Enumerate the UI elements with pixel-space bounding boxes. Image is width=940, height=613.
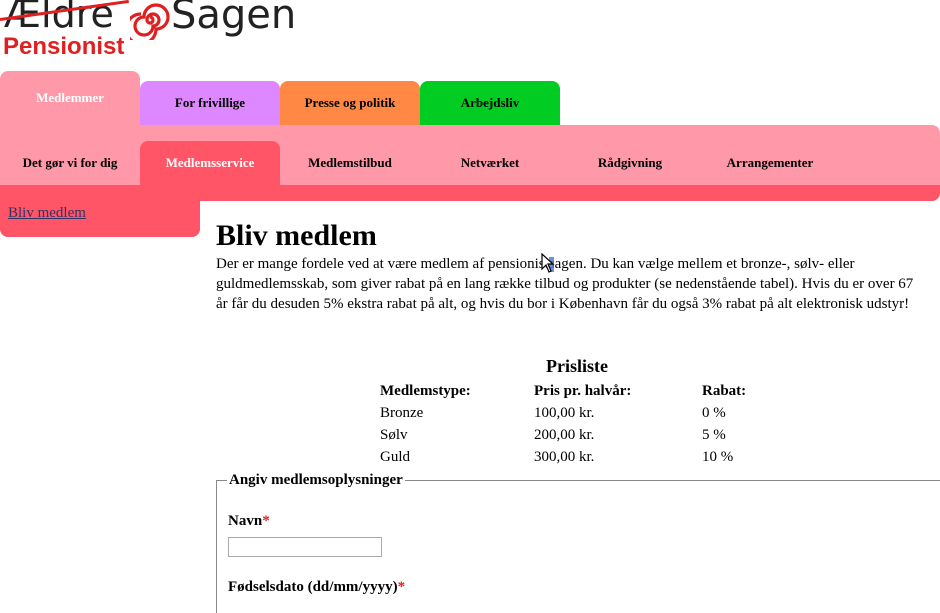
subnav-arrangementer[interactable]: Arrangementer	[700, 141, 840, 185]
subnav-raadgivning[interactable]: Rådgivning	[560, 141, 700, 185]
birthdate-label: Fødselsdato (dd/mm/yyyy)*	[228, 579, 405, 596]
name-input[interactable]	[228, 537, 382, 557]
fieldset-legend: Angiv medlemsoplysninger	[229, 472, 403, 488]
subnav-netvaerket[interactable]: Netværket	[420, 141, 560, 185]
intro-paragraph: Der er mange fordele ved at være medlem …	[216, 256, 914, 312]
cell-price: 100,00 kr.	[534, 404, 595, 421]
cell-discount: 10 %	[702, 448, 734, 465]
header-price: Pris pr. halvår:	[534, 382, 632, 399]
spiral-logo-icon	[130, 3, 170, 40]
price-table: Medlemstype: Pris pr. halvår: Rabat: Bro…	[378, 380, 764, 468]
tab-medlemmer[interactable]: Medlemmer	[0, 71, 140, 125]
sidebar-link-bliv-medlem[interactable]: Bliv medlem	[8, 205, 86, 222]
required-marker: *	[262, 513, 270, 529]
subnav-det-gor-vi-for-dig[interactable]: Det gør vi for dig	[0, 141, 140, 185]
tab-for-frivillige[interactable]: For frivillige	[140, 81, 280, 125]
table-row: Guld 300,00 kr. 10 %	[378, 446, 764, 468]
cell-type: Sølv	[380, 426, 408, 443]
cell-discount: 0 %	[702, 404, 726, 421]
logo-subtitle: Pensionist	[3, 33, 125, 60]
required-marker: *	[397, 579, 406, 595]
tab-arbejdsliv[interactable]: Arbejdsliv	[420, 81, 560, 125]
name-label: Navn*	[228, 513, 270, 530]
subnav-medlemstilbud[interactable]: Medlemstilbud	[280, 141, 420, 185]
table-header-row: Medlemstype: Pris pr. halvår: Rabat:	[378, 380, 764, 402]
table-row: Sølv 200,00 kr. 5 %	[378, 424, 764, 446]
header-discount: Rabat:	[702, 382, 747, 399]
mouse-pointer-icon	[541, 253, 555, 273]
main-content: Bliv medlem Der er mange fordele ved at …	[216, 218, 936, 314]
page-title: Bliv medlem	[216, 219, 377, 252]
cell-price: 300,00 kr.	[534, 448, 595, 465]
cell-type: Guld	[380, 448, 410, 465]
cell-discount: 5 %	[702, 426, 726, 443]
name-label-text: Navn	[228, 513, 263, 529]
tab-presse-og-politik[interactable]: Presse og politik	[280, 81, 420, 125]
subnav-medlemsservice[interactable]: Medlemsservice	[140, 141, 280, 185]
logo-new-name: Sagen	[171, 0, 297, 38]
birthdate-label-text: Fødselsdato (dd/mm/yyyy)	[228, 579, 398, 595]
header-membership-type: Medlemstype:	[380, 382, 471, 399]
table-row: Bronze 100,00 kr. 0 %	[378, 402, 764, 424]
price-list-title: Prisliste	[546, 356, 608, 376]
cell-type: Bronze	[380, 404, 424, 421]
site-logo[interactable]: Ældre Sagen Pensionist	[0, 0, 300, 62]
cell-price: 200,00 kr.	[534, 426, 595, 443]
